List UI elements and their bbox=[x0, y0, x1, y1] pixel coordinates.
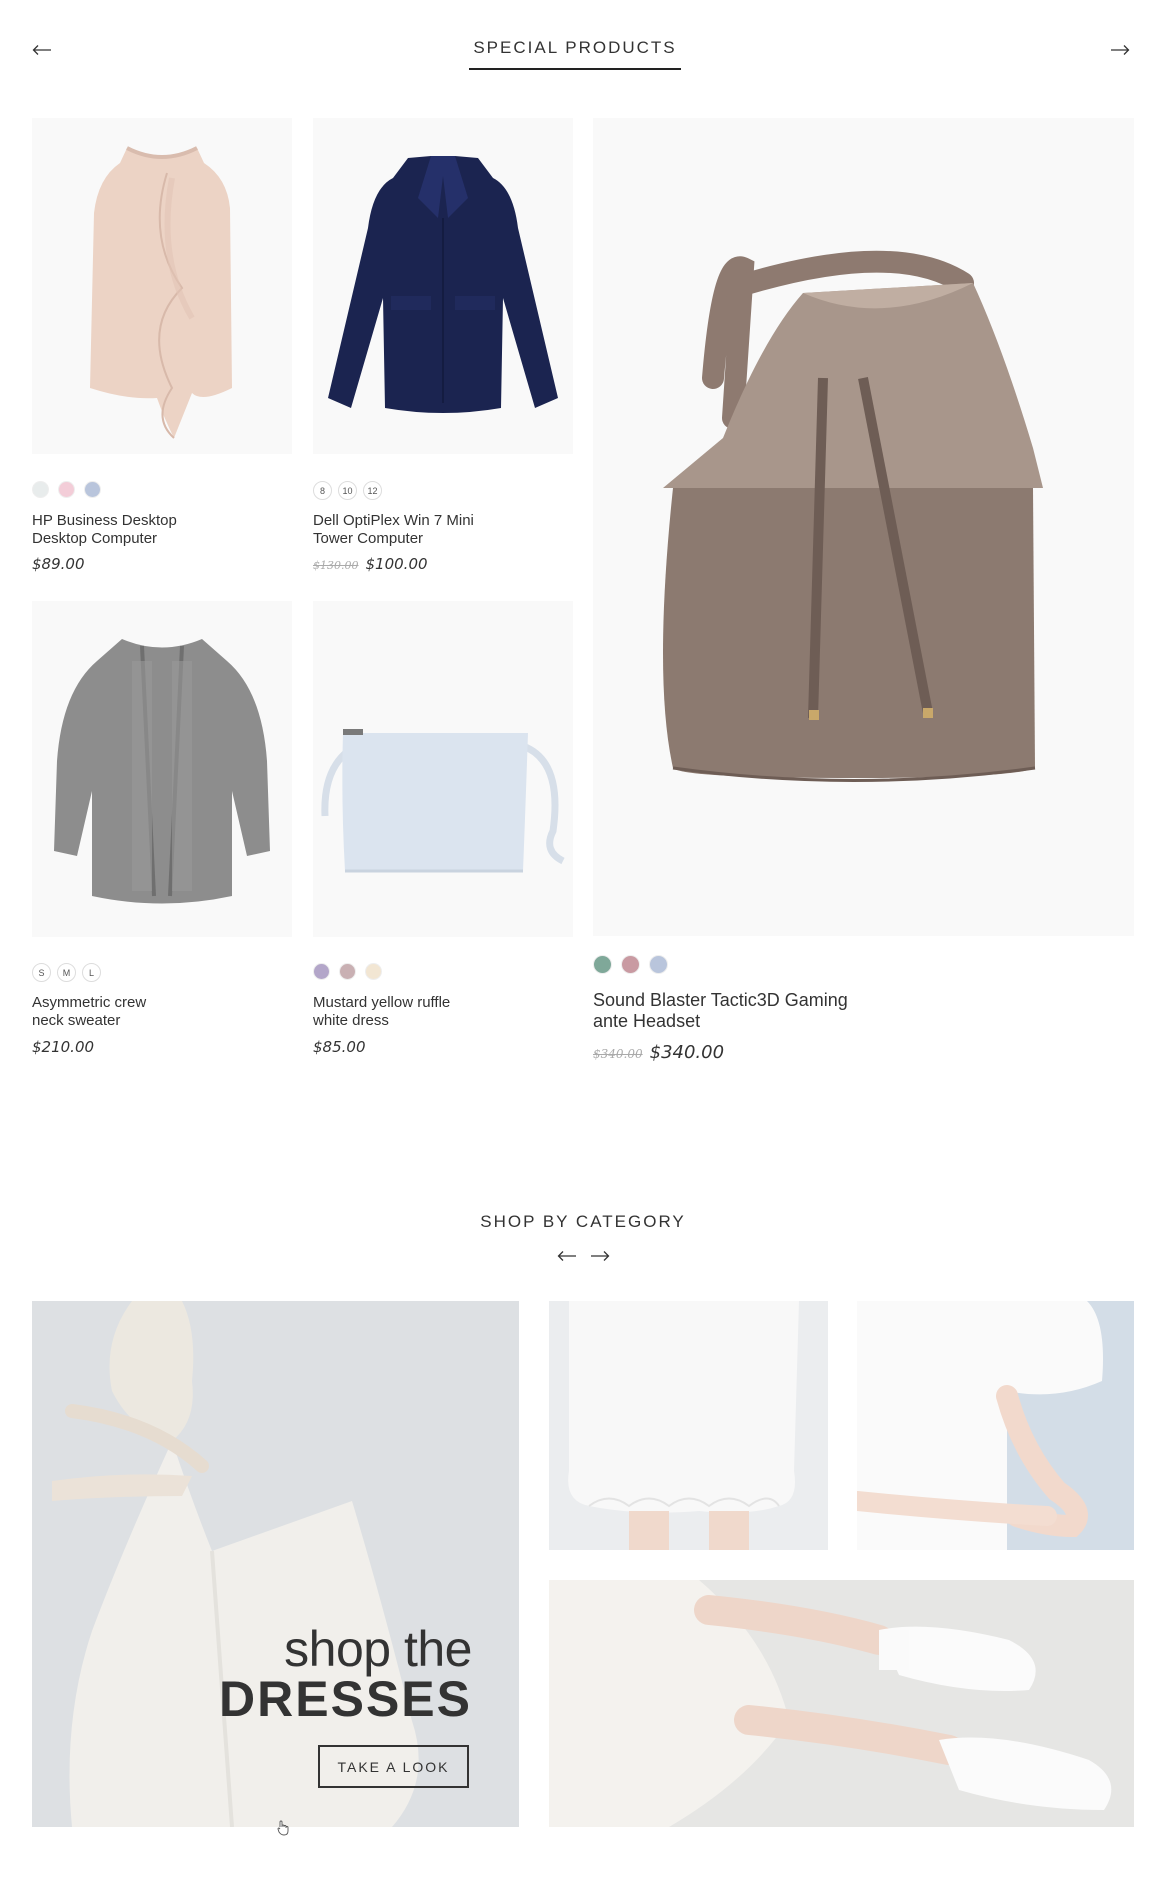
product-image-coat[interactable] bbox=[313, 118, 573, 454]
product-price: $85.00 bbox=[313, 1038, 366, 1056]
price-row: $340.00 $340.00 bbox=[593, 1042, 724, 1063]
product-old-price: $340.00 bbox=[593, 1047, 643, 1061]
product-price: $89.00 bbox=[32, 555, 85, 573]
shoes-photo bbox=[549, 1580, 1134, 1827]
size-option[interactable]: L bbox=[82, 963, 101, 982]
product-name-line: Mustard yellow ruffle bbox=[313, 994, 451, 1011]
size-options: 8 10 12 bbox=[313, 481, 382, 500]
color-swatches bbox=[32, 481, 101, 498]
product-name-line: neck sweater bbox=[32, 1012, 121, 1029]
product-name-line: Asymmetric crew bbox=[32, 994, 147, 1011]
color-swatch[interactable] bbox=[32, 481, 49, 498]
size-option[interactable]: 12 bbox=[363, 481, 382, 500]
top-photo bbox=[857, 1301, 1134, 1550]
price-row: $130.00 $100.00 bbox=[313, 555, 428, 573]
size-option[interactable]: 10 bbox=[338, 481, 357, 500]
product-name[interactable]: Sound Blaster Tactic3D Gaming ante Heads… bbox=[593, 990, 913, 1032]
size-option[interactable]: 8 bbox=[313, 481, 332, 500]
category-tile-shoes[interactable] bbox=[549, 1580, 1134, 1827]
size-option[interactable]: M bbox=[57, 963, 76, 982]
special-products-title: SPECIAL PRODUCTS bbox=[473, 38, 677, 57]
product-price: $340.00 bbox=[649, 1042, 725, 1063]
product-name-line: white dress bbox=[313, 1012, 389, 1029]
category-tile-top[interactable] bbox=[857, 1301, 1134, 1550]
arrow-right-icon bbox=[1111, 45, 1130, 55]
product-image-blouse[interactable] bbox=[32, 118, 292, 454]
color-swatch[interactable] bbox=[649, 955, 668, 974]
product-name[interactable]: Asymmetric crew neck sweater bbox=[32, 994, 262, 1030]
color-swatch[interactable] bbox=[621, 955, 640, 974]
product-image-pouch[interactable] bbox=[313, 601, 573, 937]
price-row: $210.00 bbox=[32, 1038, 94, 1056]
arrow-left-icon bbox=[557, 1251, 576, 1261]
shop-by-category-title: SHOP BY CATEGORY bbox=[480, 1212, 686, 1231]
product-name[interactable]: Mustard yellow ruffle white dress bbox=[313, 994, 553, 1030]
product-price: $100.00 bbox=[365, 555, 428, 573]
product-name[interactable]: HP Business Desktop Desktop Computer bbox=[32, 512, 262, 548]
product-name-line: Desktop Computer bbox=[32, 530, 158, 547]
banner-title: DRESSES bbox=[219, 1671, 472, 1727]
product-name[interactable]: Dell OptiPlex Win 7 Mini Tower Computer bbox=[313, 512, 553, 548]
color-swatches bbox=[593, 955, 668, 974]
next-arrow-button[interactable] bbox=[1110, 44, 1130, 56]
color-swatch[interactable] bbox=[339, 963, 356, 980]
product-name-line: Sound Blaster Tactic3D Gaming bbox=[593, 990, 848, 1010]
product-name-line: ante Headset bbox=[593, 1011, 701, 1031]
product-name-line: Tower Computer bbox=[313, 530, 424, 547]
product-image-bucket-bag[interactable] bbox=[593, 118, 1134, 936]
product-name-line: Dell OptiPlex Win 7 Mini bbox=[313, 512, 474, 529]
hand-cursor-icon bbox=[277, 1820, 289, 1841]
product-price: $210.00 bbox=[32, 1038, 95, 1056]
size-options: S M L bbox=[32, 963, 101, 982]
price-row: $89.00 bbox=[32, 555, 85, 573]
product-old-price: $130.00 bbox=[313, 559, 359, 572]
color-swatch[interactable] bbox=[593, 955, 612, 974]
color-swatch[interactable] bbox=[313, 963, 330, 980]
pouch-illustration bbox=[321, 729, 565, 873]
dress-photo bbox=[549, 1301, 828, 1550]
size-option[interactable]: S bbox=[32, 963, 51, 982]
product-name-line: HP Business Desktop bbox=[32, 512, 177, 529]
category-tile-dress[interactable] bbox=[549, 1301, 828, 1550]
arrow-left-icon bbox=[32, 45, 51, 55]
category-prev-button[interactable] bbox=[557, 1250, 577, 1262]
color-swatch[interactable] bbox=[365, 963, 382, 980]
coat-illustration bbox=[328, 156, 558, 413]
color-swatch[interactable] bbox=[84, 481, 101, 498]
price-row: $85.00 bbox=[313, 1038, 366, 1056]
arrow-right-icon bbox=[591, 1251, 610, 1261]
bucket-bag-illustration bbox=[663, 250, 1043, 782]
product-image-cardigan[interactable] bbox=[32, 601, 292, 937]
color-swatches bbox=[313, 963, 382, 980]
color-swatch[interactable] bbox=[58, 481, 75, 498]
prev-arrow-button[interactable] bbox=[32, 44, 52, 56]
take-a-look-button[interactable]: TAKE A LOOK bbox=[318, 1745, 469, 1788]
cardigan-illustration bbox=[54, 639, 270, 904]
title-underline bbox=[469, 68, 681, 70]
blouse-illustration bbox=[90, 146, 232, 439]
category-next-button[interactable] bbox=[590, 1250, 610, 1262]
